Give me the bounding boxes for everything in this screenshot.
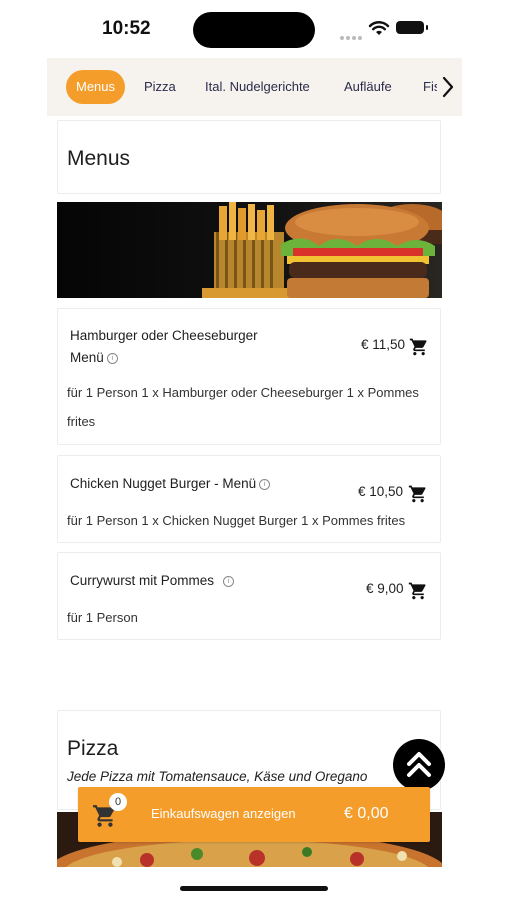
menus-banner-image	[57, 202, 442, 298]
tab-auflaeufe[interactable]: Aufläufe	[344, 70, 392, 104]
section-title-pizza: Pizza	[67, 737, 119, 760]
wifi-icon	[368, 21, 390, 35]
item-name-hamburger: Hamburger oder Cheeseburger Menü i	[70, 328, 258, 365]
chevron-right-icon[interactable]	[437, 70, 459, 104]
double-chevron-up-icon	[407, 752, 431, 777]
section-title-menus: Menus	[67, 147, 131, 170]
item-price-currywurst: € 9,00	[366, 581, 404, 596]
item-name-currywurst: Currywurst mit Pommes i	[70, 570, 235, 592]
info-icon[interactable]: i	[259, 478, 271, 490]
cart-count-badge: 0	[109, 793, 127, 811]
item-desc-hamburger: für 1 Person 1 x Hamburger oder Cheesebu…	[67, 385, 419, 429]
cellular-signal-icon	[340, 27, 366, 40]
dynamic-island	[193, 12, 315, 48]
tab-ital-nudelgerichte[interactable]: Ital. Nudelgerichte	[205, 70, 310, 104]
item-price-hamburger: € 11,50	[361, 337, 406, 352]
item-price-chicken-nugget: € 10,50	[358, 484, 404, 499]
item-desc-chicken-nugget: für 1 Person 1 x Chicken Nugget Burger 1…	[67, 513, 406, 528]
info-icon[interactable]: i	[106, 352, 118, 364]
battery-icon	[396, 21, 428, 34]
home-indicator[interactable]	[180, 886, 328, 891]
view-cart-label: Einkaufswagen anzeigen	[151, 806, 296, 821]
status-bar: 10:52	[0, 0, 507, 56]
add-to-cart-icon[interactable]	[409, 337, 429, 357]
tab-pizza[interactable]: Pizza	[144, 70, 176, 104]
status-time: 10:52	[102, 18, 151, 39]
section-subtitle-pizza: Jede Pizza mit Tomatensauce, Käse und Or…	[67, 769, 368, 784]
item-desc-currywurst: für 1 Person	[67, 610, 138, 625]
category-tab-bar: Menus Pizza Ital. Nudelgerichte Aufläufe…	[47, 58, 462, 116]
item-name-chicken-nugget: Chicken Nugget Burger - Menü i	[70, 473, 271, 495]
add-to-cart-icon[interactable]	[408, 484, 428, 504]
cart-total: € 0,00	[344, 805, 389, 822]
view-cart-button[interactable]: 0 Einkaufswagen anzeigen € 0,00	[78, 787, 430, 842]
add-to-cart-icon[interactable]	[408, 581, 428, 601]
info-icon[interactable]: i	[223, 575, 235, 587]
tab-menus[interactable]: Menus	[66, 70, 126, 104]
scroll-to-top-button[interactable]	[393, 739, 445, 791]
